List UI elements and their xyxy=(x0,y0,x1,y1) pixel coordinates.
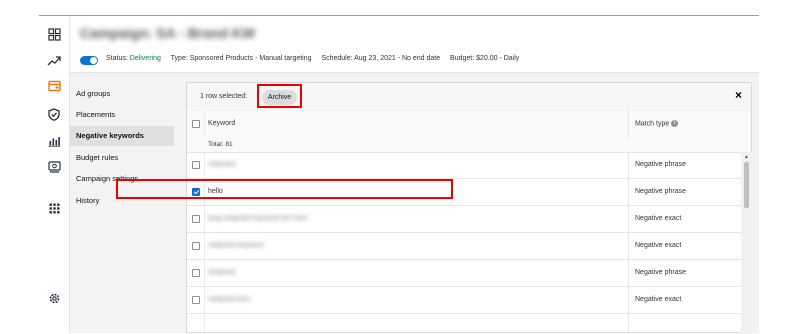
status-label: Status: xyxy=(106,55,128,62)
campaign-header: Campaign: SA - Brand KW Status: Deliveri… xyxy=(70,16,759,73)
match-type-cell: Negative exact xyxy=(635,242,682,249)
match-type-cell: Negative phrase xyxy=(635,188,686,195)
total-count: Total: 81 xyxy=(208,141,233,148)
apps-grid-icon[interactable] xyxy=(39,196,69,220)
row-checkbox[interactable] xyxy=(192,242,200,250)
bar-chart-icon[interactable] xyxy=(39,129,69,153)
column-header-match-type[interactable]: Match type i xyxy=(635,120,679,128)
match-type-cell: Negative phrase xyxy=(635,269,686,276)
row-checkbox[interactable] xyxy=(192,161,200,169)
dashboard-icon[interactable] xyxy=(39,22,69,46)
type-text: Type: Sponsored Products - Manual target… xyxy=(170,55,312,62)
shield-icon[interactable] xyxy=(39,102,69,126)
match-type-cell: Negative exact xyxy=(635,296,682,303)
selection-bar: 1 row selected: Archive × xyxy=(187,83,751,112)
scrollbar-thumb[interactable] xyxy=(744,162,749,208)
main-area: Campaign: SA - Brand KW Status: Deliveri… xyxy=(70,16,759,334)
subnav-item-ad-groups[interactable]: Ad groups xyxy=(70,84,174,104)
settings-icon[interactable] xyxy=(39,286,69,310)
row-checkbox[interactable] xyxy=(192,269,200,277)
archive-highlight-box xyxy=(257,84,302,108)
campaign-info-line: Status: Delivering Type: Sponsored Produ… xyxy=(106,55,519,62)
icon-rail xyxy=(39,16,70,333)
row-checkbox[interactable] xyxy=(192,296,200,304)
gallery-icon[interactable] xyxy=(39,155,69,179)
match-type-label: Match type xyxy=(635,120,670,128)
match-type-cell: Negative exact xyxy=(635,215,682,222)
campaign-subnav: Ad groups Placements Negative keywords B… xyxy=(70,74,174,333)
budget-text: Budget: $20.00 - Daily xyxy=(450,55,520,62)
keyword-cell: redacted item xyxy=(208,296,251,303)
total-row: Total: 81 xyxy=(187,137,751,153)
campaign-status-toggle[interactable] xyxy=(80,56,98,65)
keyword-cell: redacted xyxy=(208,269,236,276)
subnav-item-negative-keywords[interactable]: Negative keywords xyxy=(70,126,174,146)
keyword-cell: redacted xyxy=(208,161,236,168)
info-icon[interactable]: i xyxy=(671,120,679,127)
table-row[interactable]: long redacted keyword text here Negative… xyxy=(187,206,741,233)
selection-count-text: 1 row selected: xyxy=(200,93,248,100)
status-value: Delivering xyxy=(129,55,161,62)
keyword-cell: redacted keyword xyxy=(208,242,264,249)
keyword-cell: long redacted keyword text here xyxy=(208,215,308,222)
subnav-item-placements[interactable]: Placements xyxy=(70,105,174,125)
trend-icon[interactable] xyxy=(39,49,69,73)
subnav-item-budget-rules[interactable]: Budget rules xyxy=(70,148,174,168)
campaign-icon[interactable] xyxy=(39,74,69,98)
table-row[interactable]: redacted keyword Negative exact xyxy=(187,233,741,260)
table-scrollbar[interactable]: ▲ xyxy=(741,152,752,334)
hello-row-highlight-box xyxy=(116,179,453,199)
row-checkbox[interactable] xyxy=(192,215,200,223)
select-all-checkbox[interactable] xyxy=(192,120,200,128)
close-icon[interactable]: × xyxy=(735,88,742,102)
column-header-keyword[interactable]: Keyword xyxy=(208,120,235,127)
table-row[interactable]: redacted Negative phrase xyxy=(187,260,741,287)
match-type-cell: Negative phrase xyxy=(635,161,686,168)
table-row[interactable]: redacted Negative phrase xyxy=(187,152,741,179)
table-row[interactable]: redacted item Negative exact xyxy=(187,287,741,314)
schedule-text: Schedule: Aug 23, 2021 - No end date xyxy=(321,55,441,62)
negative-keywords-panel: 1 row selected: Archive × Keyword Match … xyxy=(186,82,752,334)
scroll-up-icon[interactable]: ▲ xyxy=(744,154,749,160)
campaign-title: Campaign: SA - Brand KW xyxy=(80,25,256,41)
table-header: Keyword Match type i xyxy=(187,111,751,138)
